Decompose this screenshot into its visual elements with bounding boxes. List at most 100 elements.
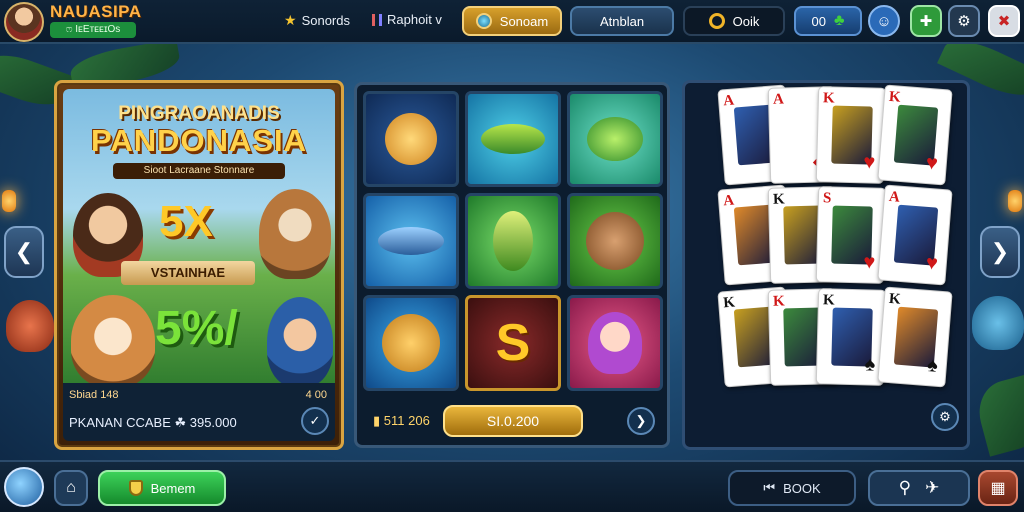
nav-sonords[interactable]: ★ Sonords [284, 12, 350, 29]
skip-icon: ⏮ [763, 480, 776, 495]
slot-next-button[interactable]: ❯ [627, 407, 655, 435]
playing-card[interactable]: A♥ [877, 184, 953, 286]
playing-card[interactable]: S ♥ [815, 186, 887, 284]
ooik-button[interactable]: Ooik [683, 6, 785, 36]
book-button[interactable]: ⏮ BOOK [728, 470, 856, 506]
fruit-decoration [972, 296, 1024, 350]
close-icon: ✖ [997, 13, 1011, 30]
slot-tile[interactable] [363, 193, 459, 289]
card-suit: ♠ [926, 354, 939, 377]
slot-tile[interactable] [363, 295, 459, 391]
ooik-label: Ooik [732, 13, 760, 29]
plane-icon: ✈ [925, 478, 940, 497]
promo-banner: PINGRAOANADIS PANDONASIA Sioot Lacraane … [63, 89, 335, 389]
promo-panel[interactable]: PINGRAOANADIS PANDONASIA Sioot Lacraane … [54, 80, 344, 450]
slot-footer: ▮ 511 206 SI.0.200 ❯ [363, 399, 663, 441]
playing-card[interactable]: K♠ [815, 288, 887, 386]
chevron-left-icon: ❮ [14, 239, 34, 264]
slot-tile[interactable] [567, 91, 663, 187]
card-rank: S [822, 190, 832, 207]
sonoam-button[interactable]: Sonoam [462, 6, 562, 36]
girl-icon [588, 312, 642, 374]
brand-name: NAUASIPA [50, 2, 142, 21]
promo-footer-main: PKANAN CCABE ☘ 395.000 [69, 415, 237, 430]
gift-icon: ✚ [919, 13, 933, 30]
prev-arrow-button[interactable]: ❮ [4, 226, 44, 278]
atnblan-button[interactable]: Atnblan [570, 6, 674, 36]
palm-leaf-decoration [971, 373, 1024, 457]
green-fish-icon [493, 211, 533, 271]
slot-tile[interactable] [567, 193, 663, 289]
card-rank: A [888, 188, 901, 206]
gem-coin-icon [475, 13, 492, 29]
nav-raphoit[interactable]: Raphoit v [372, 12, 442, 27]
coin-icon [708, 13, 725, 29]
nav-sonords-label: Sonords [301, 13, 350, 28]
card-rank: K [772, 191, 785, 208]
card-suit: ♥ [863, 251, 876, 274]
promo-footer: Sbiad 148 4 00 PKANAN CCABE ☘ 395.000 ✓ [63, 383, 335, 441]
nav-raphoit-label: Raphoit v [387, 12, 442, 27]
world-button[interactable] [4, 467, 44, 507]
percent-text: 5%/ [155, 302, 238, 355]
brand-level-badge: ෆ IᴇEᴛᴇᴇɪOs [50, 22, 136, 38]
user-icon: ☺ [876, 12, 892, 30]
playing-card[interactable]: K♥ [815, 86, 887, 184]
promo-title-top: PINGRAOANADIS [118, 103, 280, 124]
score-counter[interactable]: 00 ♣ [794, 6, 862, 36]
fish-icon [481, 124, 545, 154]
slot-tile[interactable] [567, 295, 663, 391]
card-suit: ♥ [925, 251, 939, 275]
promo-action-button[interactable]: ✓ [301, 407, 329, 435]
card-rank: A [722, 92, 735, 110]
frog-fish-icon [587, 117, 643, 161]
close-button[interactable]: ✖ [988, 5, 1020, 37]
playing-card[interactable]: K♠ [877, 286, 953, 388]
card-rank: K [822, 292, 835, 309]
home-icon: ⌂ [66, 479, 76, 496]
shield-icon [128, 480, 143, 496]
cards-settings-button[interactable]: ⚙ [931, 403, 959, 431]
grid-menu-icon: ▦ [990, 480, 1006, 497]
bear-icon [586, 212, 644, 270]
s-symbol-icon: S [495, 314, 531, 372]
promo-title: PANDONASIA [90, 123, 308, 158]
balance-value: 511 206 [383, 413, 430, 428]
promo-ribbon: VSTAINHAE [121, 261, 255, 285]
card-rank: K [822, 90, 835, 107]
slot-grid: S [363, 91, 663, 391]
slot-tile[interactable]: S [465, 295, 561, 391]
cougar-character [259, 189, 331, 279]
playing-card[interactable]: K♥ [877, 84, 953, 186]
search-icon: ⚲ [898, 478, 912, 497]
card-rank: K [772, 293, 785, 310]
menu-button[interactable]: ▦ [978, 470, 1018, 506]
promo-footer-left: Sbiad 148 [69, 389, 119, 401]
chevron-right-icon: ❯ [990, 239, 1010, 264]
profile-button[interactable]: ☺ [868, 5, 900, 37]
fruit-decoration [6, 300, 54, 352]
spin-button[interactable]: SI.0.200 [443, 405, 583, 437]
avatar[interactable] [4, 2, 44, 42]
home-button[interactable]: ⌂ [54, 470, 88, 506]
score-value: 00 [811, 13, 826, 29]
bonus-button[interactable]: ✚ [910, 5, 942, 37]
atnblan-label: Atnblan [599, 13, 645, 29]
slot-tile[interactable] [465, 91, 561, 187]
lantern-decoration [2, 190, 16, 212]
bemem-button[interactable]: Bemem [98, 470, 226, 506]
slot-tile[interactable] [363, 91, 459, 187]
gear-icon: ⚙ [957, 13, 971, 30]
card-rank: A [772, 91, 785, 108]
multiplier-text: 5X [159, 197, 213, 246]
tools-button[interactable]: ⚲ ✈ [868, 470, 970, 506]
chart-icon [372, 13, 382, 26]
lion-icon [385, 113, 437, 165]
next-arrow-button[interactable]: ❯ [980, 226, 1020, 278]
slot-tile[interactable] [465, 193, 561, 289]
sonoam-label: Sonoam [499, 13, 549, 29]
settings-button[interactable]: ⚙ [948, 5, 980, 37]
top-bar: NAUASIPA ෆ IᴇEᴛᴇᴇɪOs ★ Sonords Raphoit v… [0, 0, 1024, 44]
lynx-character [71, 295, 155, 387]
slot-machine-panel: S ▮ 511 206 SI.0.200 ❯ [354, 82, 670, 448]
